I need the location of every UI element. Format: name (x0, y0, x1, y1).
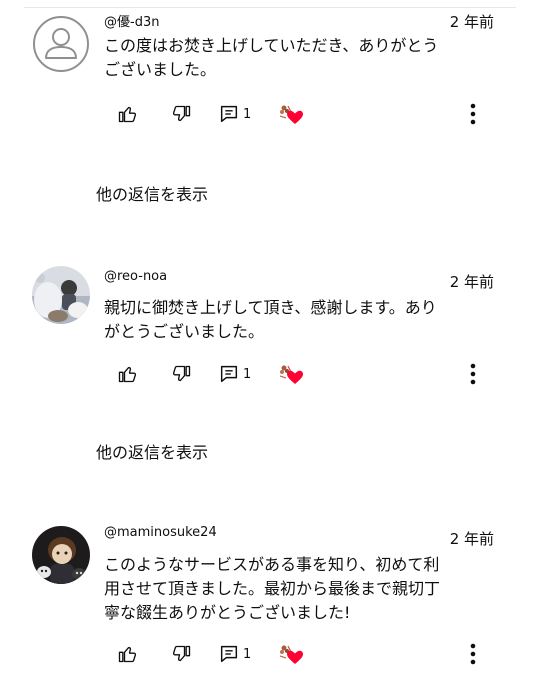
comment-icon (220, 105, 238, 123)
creator-heart (278, 100, 304, 128)
more-options-button[interactable] (464, 642, 482, 666)
creator-heart (278, 360, 304, 388)
reply-count: 1 (243, 366, 252, 382)
reply-button[interactable]: 1 (218, 640, 251, 668)
comment-author[interactable]: @reo-noa (104, 269, 167, 284)
avatar[interactable] (32, 266, 90, 324)
comment-text-line: がとうございました。 (104, 322, 265, 341)
comment-actions: 1 (0, 100, 540, 128)
creator-heart (278, 640, 304, 668)
like-button[interactable] (117, 100, 137, 128)
comment-text-line: 寧な餟生ありがとうございました! (104, 603, 351, 622)
comment-author[interactable]: @優-d3n (104, 11, 159, 30)
comment-time[interactable]: 2 年前 (450, 528, 494, 549)
thumbs-down-icon (172, 365, 191, 382)
comment-text-line: 親切に御焚き上げして頂き、感謝します。あり (104, 298, 437, 317)
comment-text: 親切に御焚き上げして頂き、感謝します。あり がとうございました。 (104, 296, 496, 344)
comment-time[interactable]: 2 年前 (450, 271, 494, 292)
comment-thread: @maminosuke24 2 年前 このようなサービスがある事を知り、初めて利… (0, 522, 540, 675)
comment-text: この度はお焚き上げしていただき、ありがとう ございました。 (104, 34, 496, 82)
reply-count: 1 (243, 646, 252, 662)
reply-button[interactable]: 1 (218, 360, 251, 388)
default-person-icon (33, 16, 89, 72)
dislike-button[interactable] (172, 640, 192, 668)
reply-count: 1 (243, 106, 252, 122)
creator-heart-icon (279, 365, 303, 384)
show-more-replies-button[interactable]: 他の返信を表示 (96, 439, 208, 463)
comment-actions: 1 (0, 640, 540, 668)
comment-author[interactable]: @maminosuke24 (104, 525, 217, 540)
more-vertical-icon (470, 643, 476, 665)
creator-heart-icon (279, 105, 303, 124)
show-more-replies-button[interactable]: 他の返信を表示 (96, 181, 208, 205)
more-options-button[interactable] (464, 362, 482, 386)
thumbs-down-icon (172, 645, 191, 662)
thumbs-up-icon (118, 106, 137, 123)
like-button[interactable] (117, 640, 137, 668)
avatar[interactable] (32, 526, 90, 584)
comment-text-line: ございました。 (104, 60, 217, 79)
thumbs-down-icon (172, 105, 191, 122)
comment-icon (220, 365, 238, 383)
comment-text: このようなサービスがある事を知り、初めて利 用させて頂きました。最初から最後まで… (104, 553, 496, 625)
like-button[interactable] (117, 360, 137, 388)
photo-avatar-image (32, 526, 90, 584)
more-vertical-icon (470, 363, 476, 385)
reply-button[interactable]: 1 (218, 100, 251, 128)
thumbs-up-icon (118, 366, 137, 383)
more-options-button[interactable] (464, 102, 482, 126)
comment-time[interactable]: 2 年前 (450, 11, 494, 32)
comment-icon (220, 645, 238, 663)
comment-text-line: このようなサービスがある事を知り、初めて利 (104, 555, 440, 574)
comment-thread: @優-d3n 2 年前 この度はお焚き上げしていただき、ありがとう ございました… (0, 0, 540, 215)
avatar[interactable] (32, 15, 90, 73)
dislike-button[interactable] (172, 360, 192, 388)
dislike-button[interactable] (172, 100, 192, 128)
comment-text-line: 用させて頂きました。最初から最後まで親切丁 (104, 579, 441, 598)
comment-text-line: この度はお焚き上げしていただき、ありがとう (104, 36, 439, 55)
creator-heart-icon (279, 645, 303, 664)
more-vertical-icon (470, 103, 476, 125)
comment-thread: @reo-noa 2 年前 親切に御焚き上げして頂き、感謝します。あり がとうご… (0, 262, 540, 477)
thumbs-up-icon (118, 646, 137, 663)
photo-avatar-image (32, 266, 90, 324)
comment-actions: 1 (0, 360, 540, 388)
